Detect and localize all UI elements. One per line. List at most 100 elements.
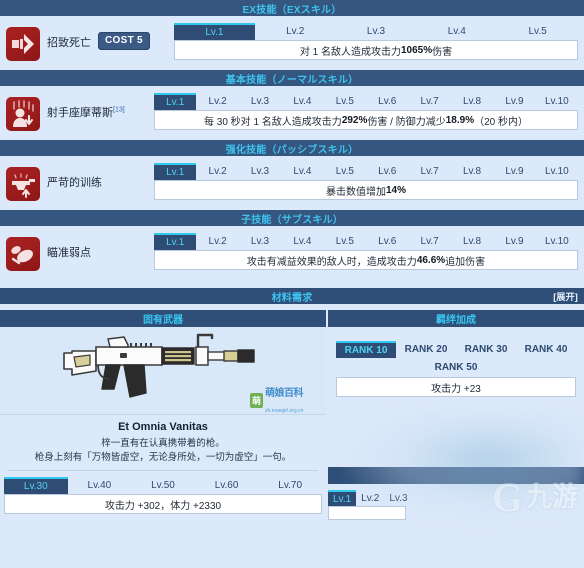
level-tab-ex-1[interactable]: Lv.1 [174,23,255,40]
rank-tab-10[interactable]: RANK 10 [336,341,396,358]
level-tab-sub-10[interactable]: Lv.10 [536,233,578,250]
rank-tab-40[interactable]: RANK 40 [516,341,576,358]
section-header-normal: 基本技能（ノーマルスキル） [0,70,584,86]
level-tab-sub-8[interactable]: Lv.8 [451,233,493,250]
weapon-bond-columns: 固有武器 萌 萌娘百科 zh.moegirl.org.cn Et Omnia V… [0,310,584,520]
level-tab-ex-2[interactable]: Lv.2 [255,23,336,40]
moegirl-url: zh.moegirl.org.cn [265,408,304,414]
level-tab-ex-3[interactable]: Lv.3 [336,23,417,40]
skill-name-passive: 严苛的训练 [47,177,102,189]
level-tab-passive-9[interactable]: Lv.9 [493,163,535,180]
passive-level-tabs[interactable]: Lv.1 Lv.2 Lv.3 Lv.4 Lv.5 Lv.6 Lv.7 Lv.8 … [154,163,578,180]
skill-name-normal: 射手座摩蒂斯[13] [47,104,125,120]
stub-level-tab-2[interactable]: Lv.2 [356,490,384,506]
rank-tab-50[interactable]: RANK 50 [425,359,488,376]
level-tab-passive-7[interactable]: Lv.7 [408,163,450,180]
weapon-level-tab-50[interactable]: Lv.50 [131,477,195,494]
passive-level-area: Lv.1 Lv.2 Lv.3 Lv.4 Lv.5 Lv.6 Lv.7 Lv.8 … [154,163,578,200]
weapon-divider [8,470,318,471]
material-header: 材料需求 [展开] [0,288,584,304]
level-tab-normal-4[interactable]: Lv.4 [281,93,323,110]
skill-row-ex: 招致死亡 COST 5 Lv.1 Lv.2 Lv.3 Lv.4 Lv.5 对 1… [0,16,584,70]
normal-desc-value2: 18.9% [445,114,475,126]
level-tab-sub-4[interactable]: Lv.4 [281,233,323,250]
skill-row-sub: 瞄准弱点 Lv.1 Lv.2 Lv.3 Lv.4 Lv.5 Lv.6 Lv.7 … [0,226,584,280]
normal-desc-suffix: （20 秒内） [474,116,528,128]
section-title-ex: EX技能（EXスキル） [242,4,342,16]
bond-column-header: 羁绊加成 [328,310,584,327]
moegirl-badge: 萌 [250,392,264,408]
stub-level-tab-1[interactable]: Lv.1 [328,490,357,506]
level-tab-passive-4[interactable]: Lv.4 [281,163,323,180]
skill-row-passive: 严苛的训练 Lv.1 Lv.2 Lv.3 Lv.4 Lv.5 Lv.6 Lv.7… [0,156,584,210]
level-tab-sub-9[interactable]: Lv.9 [493,233,535,250]
weapon-level-tab-30[interactable]: Lv.30 [4,477,68,494]
level-tab-normal-1[interactable]: Lv.1 [154,93,197,110]
bond-rank-area: RANK 10 RANK 20 RANK 30 RANK 40 RANK 50 … [328,327,584,397]
level-tab-passive-10[interactable]: Lv.10 [536,163,578,180]
ex-desc-prefix: 对 1 名敌人造成攻击力 [299,46,401,58]
sub-level-area: Lv.1 Lv.2 Lv.3 Lv.4 Lv.5 Lv.6 Lv.7 Lv.8 … [154,233,578,270]
weapon-description: 梓一直有在认真携带着的枪。 枪身上刻有「万物皆虚空，无论身所处，一切为虚空」一句… [0,437,326,466]
level-tab-normal-6[interactable]: Lv.6 [366,93,408,110]
level-tab-passive-6[interactable]: Lv.6 [366,163,408,180]
rank-tab-20[interactable]: RANK 20 [396,341,456,358]
ninegame-logo-text: 九游 [525,482,578,513]
bond-rank-row-1[interactable]: RANK 10 RANK 20 RANK 30 RANK 40 [336,341,576,358]
level-tab-normal-9[interactable]: Lv.9 [493,93,535,110]
rifle-icon [63,333,255,398]
passive-skill-description: 暴击数值增加 14% [154,180,578,200]
level-tab-sub-2[interactable]: Lv.2 [196,233,238,250]
level-tab-normal-7[interactable]: Lv.7 [408,93,450,110]
weapon-level-tabs[interactable]: Lv.30 Lv.40 Lv.50 Lv.60 Lv.70 [4,477,322,494]
skill-name-ex: 招致死亡 [47,37,91,49]
level-tab-normal-5[interactable]: Lv.5 [324,93,366,110]
moegirl-title: 萌娘百科 [265,388,304,399]
level-tab-sub-1[interactable]: Lv.1 [154,233,197,250]
sub-skill-icon [6,237,40,271]
stub-description-box [328,506,406,520]
level-tab-normal-3[interactable]: Lv.3 [239,93,281,110]
skill-section-passive: 强化技能（パッシブスキル） 严苛的训练 Lv.1 Lv.2 Lv.3 Lv.4 … [0,140,584,210]
normal-level-area: Lv.1 Lv.2 Lv.3 Lv.4 Lv.5 Lv.6 Lv.7 Lv.8 … [154,93,578,130]
normal-desc-mid: 伤害 / 防御力减少 [367,116,446,128]
section-header-passive: 强化技能（パッシブスキル） [0,140,584,156]
level-tab-sub-5[interactable]: Lv.5 [324,233,366,250]
level-tab-ex-5[interactable]: Lv.5 [497,23,578,40]
skill-section-normal: 基本技能（ノーマルスキル） 射手座摩蒂斯[13] Lv.1 Lv.2 Lv.3 [0,70,584,140]
sub-level-tabs[interactable]: Lv.1 Lv.2 Lv.3 Lv.4 Lv.5 Lv.6 Lv.7 Lv.8 … [154,233,578,250]
ex-level-tabs[interactable]: Lv.1 Lv.2 Lv.3 Lv.4 Lv.5 [174,23,578,40]
bond-rank-row-2[interactable]: RANK 50 [336,359,576,376]
normal-level-tabs[interactable]: Lv.1 Lv.2 Lv.3 Lv.4 Lv.5 Lv.6 Lv.7 Lv.8 … [154,93,578,110]
section-header-ex: EX技能（EXスキル） [0,0,584,16]
material-section: 材料需求 [展开] [0,288,584,304]
weapon-level-tab-60[interactable]: Lv.60 [195,477,259,494]
level-tab-passive-1[interactable]: Lv.1 [154,163,197,180]
ninegame-watermark: G 九游 [492,478,578,518]
level-tab-normal-2[interactable]: Lv.2 [196,93,238,110]
sub-skill-description: 攻击有减益效果的敌人时，造成攻击力 46.6% 追加伤害 [154,250,578,270]
level-tab-normal-8[interactable]: Lv.8 [451,93,493,110]
level-tab-normal-10[interactable]: Lv.10 [536,93,578,110]
bond-column-title: 羁绊加成 [436,315,476,326]
level-tab-ex-4[interactable]: Lv.4 [416,23,497,40]
weapon-level-tab-70[interactable]: Lv.70 [258,477,322,494]
rank-tab-30[interactable]: RANK 30 [456,341,516,358]
passive-skill-icon [6,167,40,201]
level-tab-sub-6[interactable]: Lv.6 [366,233,408,250]
weapon-level-area: Lv.30 Lv.40 Lv.50 Lv.60 Lv.70 攻击力 +302，体… [4,470,322,514]
sub-desc-prefix: 攻击有减益效果的敌人时，造成攻击力 [246,256,417,268]
weapon-column-header: 固有武器 [0,310,326,327]
weapon-level-tab-40[interactable]: Lv.40 [68,477,132,494]
section-title-normal: 基本技能（ノーマルスキル） [225,74,359,86]
ex-desc-suffix: 伤害 [432,46,453,58]
level-tab-sub-7[interactable]: Lv.7 [408,233,450,250]
level-tab-passive-3[interactable]: Lv.3 [239,163,281,180]
stub-level-tab-3[interactable]: Lv.3 [384,490,412,506]
level-tab-sub-3[interactable]: Lv.3 [239,233,281,250]
material-expand-link[interactable]: [展开] [553,290,578,303]
level-tab-passive-8[interactable]: Lv.8 [451,163,493,180]
level-tab-passive-2[interactable]: Lv.2 [196,163,238,180]
level-tab-passive-5[interactable]: Lv.5 [324,163,366,180]
skill-name-normal-superscript: [13] [113,106,125,114]
